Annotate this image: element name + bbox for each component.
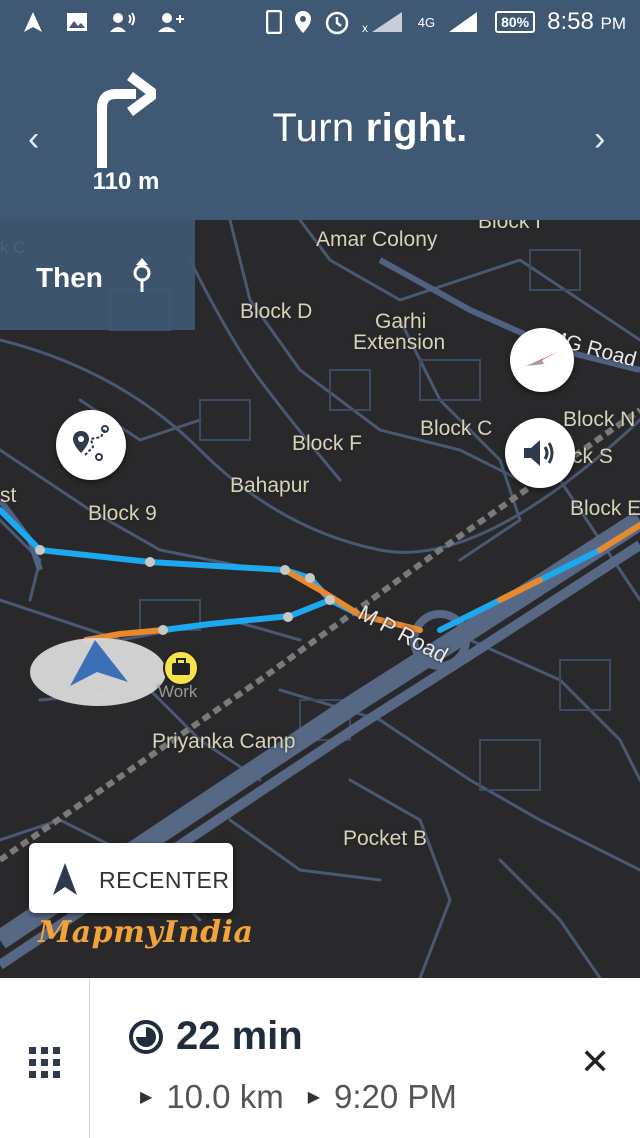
map-label-pocket-b: Pocket B	[343, 827, 428, 850]
image-icon	[67, 13, 87, 31]
map-label-block-n: Block N	[563, 408, 636, 431]
svg-text:x: x	[362, 21, 368, 34]
map-label-work: Work	[158, 682, 198, 701]
signal-icon-2	[449, 12, 478, 32]
map-label-priyanka-camp: Priyanka Camp	[152, 730, 296, 753]
trip-duration: 22 min	[176, 1014, 303, 1058]
add-person-icon	[158, 13, 184, 32]
mapmyindia-logo: MapmyIndia	[38, 915, 254, 950]
previous-step-button[interactable]: ‹	[28, 122, 39, 156]
status-icons-right: x 4G 80% 8:58 PM	[265, 8, 626, 36]
maneuver-distance: 110 m	[92, 168, 160, 195]
battery-indicator: 80%	[495, 11, 536, 33]
next-step-button[interactable]: ›	[594, 122, 605, 156]
map-label-bahapur: Bahapur	[230, 474, 310, 497]
signal-icon: x	[362, 12, 402, 34]
map-label-block-f: Block F	[292, 432, 363, 455]
navigation-header: ‹ 110 m Turn right. ›	[0, 44, 640, 220]
clock-time: 8:58	[547, 8, 594, 35]
then-panel: Then	[0, 220, 195, 330]
trip-duration-row: 22 min	[128, 1014, 303, 1059]
alarm-icon	[325, 11, 348, 35]
map-label-garhi-ext: Extension	[353, 331, 446, 354]
clock-ampm: PM	[600, 14, 627, 33]
turn-right-icon	[97, 72, 156, 168]
close-navigation-button[interactable]: ✕	[580, 1044, 610, 1080]
route-overview-button[interactable]	[56, 410, 126, 480]
trip-distance: 10.0 km	[166, 1078, 284, 1115]
divider	[89, 978, 90, 1138]
voice-icon	[110, 12, 135, 32]
status-icons-left	[22, 8, 184, 36]
map-label-block-s: ck S	[572, 445, 613, 468]
map-view[interactable]: Block I Amar Colony Block D Garhi Extens…	[0, 220, 640, 978]
trip-summary-bar: 22 min ▶ 10.0 km ▶ 9:20 PM ✕	[0, 978, 640, 1138]
clock: 8:58 PM	[547, 8, 626, 36]
speaker-icon	[524, 440, 554, 466]
location-icon	[294, 11, 311, 33]
instruction-direction: right.	[365, 106, 468, 150]
map-label-block-9: Block 9	[88, 502, 157, 525]
network-type: 4G	[417, 14, 436, 30]
route-overview-icon	[73, 425, 109, 461]
play-bullet-icon: ▶	[140, 1089, 153, 1106]
then-label: Then	[36, 262, 103, 293]
map-label-amar-colony: Amar Colony	[316, 228, 438, 251]
menu-grid-icon[interactable]	[29, 1047, 61, 1079]
phone-icon	[265, 10, 282, 34]
status-bar: x 4G 80% 8:58 PM	[0, 0, 640, 44]
recenter-arrow-icon	[53, 863, 77, 895]
play-bullet-icon-2: ▶	[307, 1089, 321, 1106]
instruction-action: Turn	[272, 106, 355, 150]
map-label-block-e: Block E	[570, 497, 640, 520]
navigation-arrow-icon	[24, 12, 42, 32]
destination-pin-icon	[133, 258, 151, 292]
recenter-button[interactable]: RECENTER	[29, 843, 233, 913]
trip-arrival: 9:20 PM	[334, 1078, 457, 1115]
clock-icon	[129, 1019, 163, 1054]
compass-icon	[526, 352, 558, 366]
trip-details-row: ▶ 10.0 km ▶ 9:20 PM	[140, 1078, 457, 1116]
map-label-block-top: Block I	[478, 220, 542, 233]
map-label-st: st	[0, 484, 17, 507]
map-label-block-d: Block D	[240, 300, 313, 323]
map-label-block-c: Block C	[420, 417, 493, 440]
voice-guidance-button[interactable]	[505, 418, 575, 488]
recenter-label: RECENTER	[99, 867, 230, 893]
compass-button[interactable]	[510, 328, 574, 392]
instruction-text: Turn right.	[200, 106, 540, 151]
